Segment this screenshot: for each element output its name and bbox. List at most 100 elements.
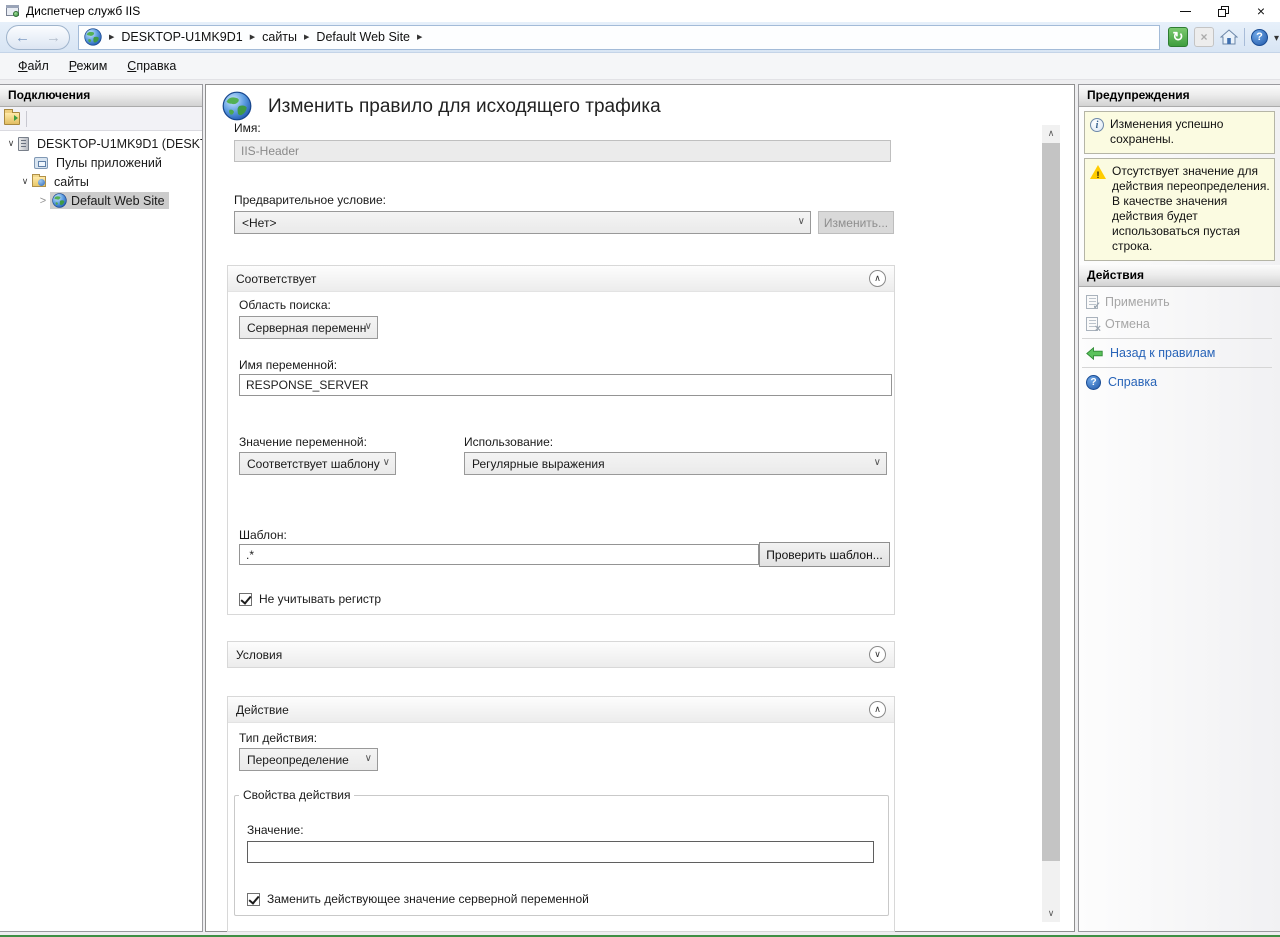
minimize-icon — [1180, 11, 1191, 12]
stop-icon — [1194, 27, 1214, 47]
menu-view[interactable]: Режим — [59, 55, 118, 77]
feature-globe-icon — [222, 91, 252, 121]
menu-bar: Файл Режим Справка — [0, 53, 1280, 80]
variable-value-label: Значение переменной: — [239, 435, 367, 449]
server-icon — [18, 137, 29, 151]
replace-value-checkbox[interactable] — [247, 893, 260, 906]
forward-button[interactable]: → — [38, 26, 69, 49]
breadcrumb-server[interactable]: DESKTOP-U1MK9D1 — [121, 30, 242, 44]
action-type-select[interactable]: Переопределение — [239, 748, 378, 771]
conditions-section-header[interactable]: Условия — [228, 642, 894, 667]
replace-value-row[interactable]: Заменить действующее значение серверной … — [247, 892, 589, 906]
alert-warning: Отсутствует значение для действия переоп… — [1084, 158, 1275, 261]
warning-icon — [1090, 165, 1106, 179]
alerts-header: Предупреждения — [1079, 85, 1280, 107]
breadcrumb-default-web-site[interactable]: Default Web Site — [316, 30, 410, 44]
close-button[interactable]: × — [1242, 0, 1280, 22]
precondition-select[interactable]: <Нет> — [234, 211, 811, 234]
tree-item-sites[interactable]: сайты — [0, 172, 202, 191]
action-value-label: Значение: — [247, 823, 304, 837]
window-title: Диспетчер служб IIS — [26, 4, 140, 18]
ignore-case-row[interactable]: Не учитывать регистр — [239, 592, 381, 606]
breadcrumb-separator-icon — [417, 33, 422, 41]
scope-label: Область поиска: — [239, 298, 331, 312]
variable-name-input[interactable] — [239, 374, 892, 396]
edit-precondition-button: Изменить... — [818, 211, 894, 234]
test-pattern-button[interactable]: Проверить шаблон... — [759, 542, 890, 567]
precondition-label: Предварительное условие: — [234, 193, 386, 207]
using-select[interactable]: Регулярные выражения — [464, 452, 887, 475]
chevron-collapsed-icon[interactable] — [36, 195, 50, 207]
globe-icon — [84, 28, 102, 46]
restore-icon — [1218, 6, 1229, 17]
variable-name-label: Имя переменной: — [239, 358, 337, 372]
workspace: Подключения DESKTOP-U1MK9D1 (DESKTOI Пул… — [0, 80, 1280, 935]
help-icon[interactable] — [1251, 29, 1268, 46]
scrollbar-thumb[interactable] — [1042, 143, 1060, 861]
pattern-input[interactable] — [239, 544, 759, 565]
actions-divider — [1082, 338, 1272, 339]
title-bar: Диспетчер служб IIS × — [0, 0, 1280, 22]
expand-icon[interactable] — [869, 646, 886, 663]
content-panel: Изменить правило для исходящего трафика … — [205, 84, 1075, 932]
chevron-expanded-icon[interactable] — [4, 138, 18, 149]
actions-header: Действия — [1079, 265, 1280, 287]
actions-list: Применить Отмена Назад к правилам Справк… — [1079, 287, 1280, 393]
scroll-up-icon[interactable] — [1042, 125, 1060, 142]
action-section-header[interactable]: Действие — [228, 697, 894, 723]
scope-select[interactable]: Серверная переменн — [239, 316, 378, 339]
create-connection-icon[interactable] — [4, 112, 20, 125]
back-arrow-icon — [1086, 347, 1103, 360]
right-panel: Предупреждения Изменения успешно сохране… — [1078, 84, 1280, 932]
site-globe-icon — [52, 193, 67, 208]
cancel-icon — [1086, 317, 1098, 331]
name-input — [234, 140, 891, 162]
app-icon — [5, 3, 21, 19]
breadcrumb-separator-icon — [304, 33, 309, 41]
app-pools-icon — [34, 157, 48, 169]
ignore-case-checkbox[interactable] — [239, 593, 252, 606]
back-button[interactable]: ← — [7, 26, 38, 49]
help-dropdown-icon[interactable] — [1274, 30, 1279, 44]
vertical-scrollbar[interactable] — [1042, 125, 1060, 922]
tree-item-app-pools[interactable]: Пулы приложений — [0, 153, 202, 172]
scroll-down-icon[interactable] — [1042, 905, 1060, 922]
name-label: Имя: — [234, 121, 261, 135]
connections-tree: DESKTOP-U1MK9D1 (DESKTOI Пулы приложений… — [0, 131, 202, 210]
action-type-label: Тип действия: — [239, 731, 317, 745]
apply-icon — [1086, 295, 1098, 309]
toolbar-divider — [1244, 28, 1245, 46]
pattern-label: Шаблон: — [239, 528, 287, 542]
variable-value-select[interactable]: Соответствует шаблону — [239, 452, 396, 475]
info-icon — [1090, 118, 1104, 132]
selected-tree-item[interactable]: Default Web Site — [50, 192, 169, 209]
cancel-action: Отмена — [1079, 313, 1280, 335]
connections-header: Подключения — [0, 85, 202, 107]
match-section-header[interactable]: Соответствует — [228, 266, 894, 292]
back-to-rules-action[interactable]: Назад к правилам — [1079, 342, 1280, 364]
iis-manager-window: Диспетчер служб IIS × ← → DESKTOP-U1MK9D… — [0, 0, 1280, 937]
apply-action: Применить — [1079, 291, 1280, 313]
breadcrumb-sites[interactable]: сайты — [262, 30, 297, 44]
alert-info: Изменения успешно сохранены. — [1084, 111, 1275, 154]
help-icon — [1086, 375, 1101, 390]
chevron-expanded-icon[interactable] — [18, 176, 32, 187]
tree-item-default-web-site[interactable]: Default Web Site — [0, 191, 202, 210]
collapse-icon[interactable] — [869, 701, 886, 718]
breadcrumb-separator-icon — [109, 33, 114, 41]
minimize-button[interactable] — [1166, 0, 1204, 22]
menu-help[interactable]: Справка — [117, 55, 186, 77]
sites-folder-icon — [32, 176, 46, 187]
home-icon[interactable] — [1220, 29, 1238, 45]
restart-icon[interactable] — [1168, 27, 1188, 47]
help-action[interactable]: Справка — [1079, 371, 1280, 393]
tree-item-server[interactable]: DESKTOP-U1MK9D1 (DESKTOI — [0, 134, 202, 153]
connections-toolbar — [0, 107, 202, 131]
collapse-icon[interactable] — [869, 270, 886, 287]
address-bar: ← → DESKTOP-U1MK9D1 сайты Default Web Si… — [0, 22, 1280, 53]
breadcrumb-separator-icon — [250, 33, 255, 41]
menu-file[interactable]: Файл — [8, 55, 59, 77]
action-value-input[interactable] — [247, 841, 874, 863]
restore-button[interactable] — [1204, 0, 1242, 22]
action-properties-legend: Свойства действия — [239, 788, 354, 802]
